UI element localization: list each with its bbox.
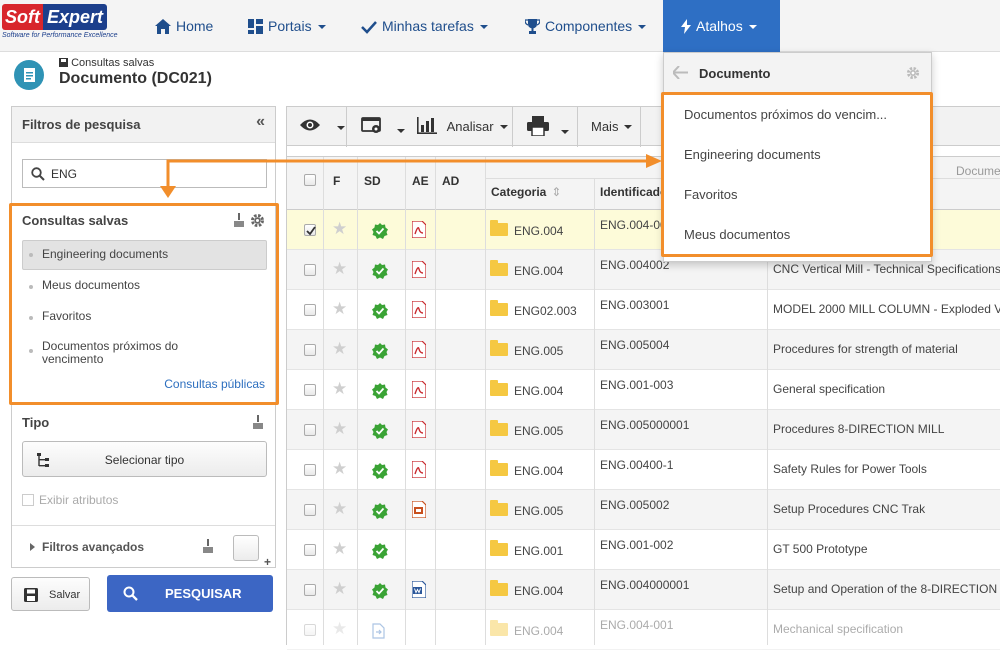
highlight-arrow [160,154,662,198]
